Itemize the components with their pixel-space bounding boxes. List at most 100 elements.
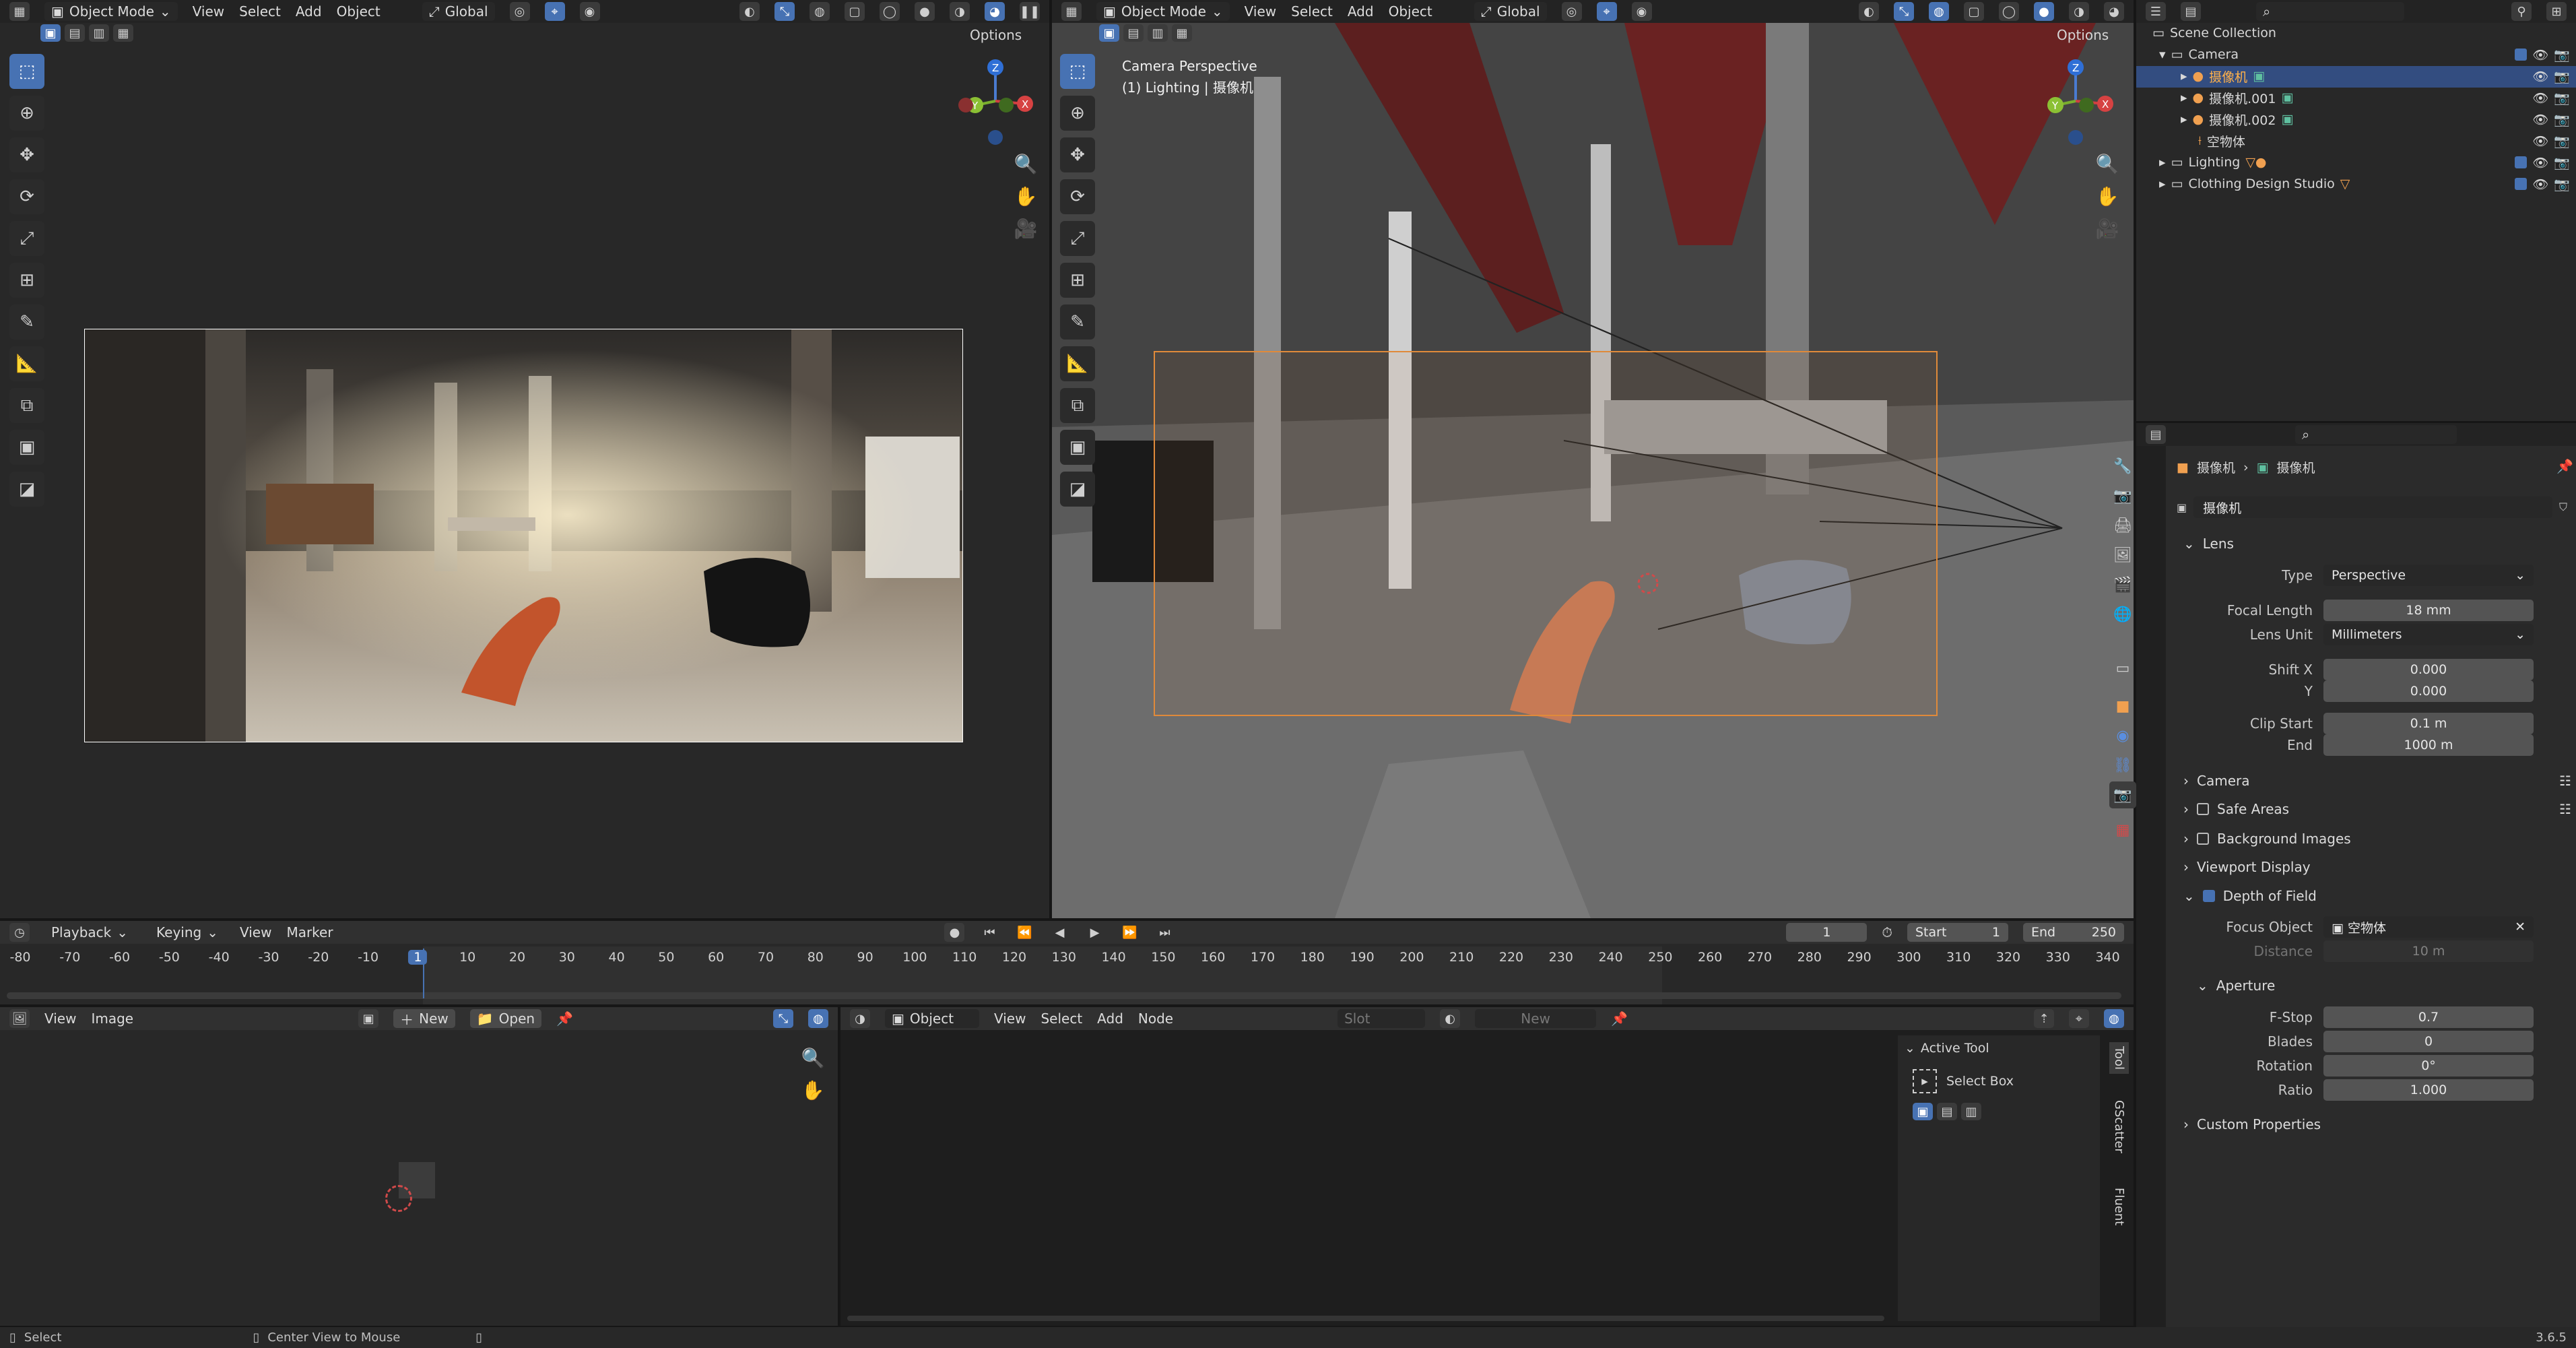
shading-material-icon[interactable]: ◑ (950, 2, 970, 21)
node-menu-add[interactable]: Add (1097, 1010, 1123, 1027)
pan-hand-icon[interactable]: ✋ (1010, 181, 1041, 212)
add-cube-tool-icon[interactable]: ⧉ (1060, 388, 1095, 423)
cursor-tool-icon[interactable]: ⊕ (1060, 96, 1095, 131)
data-name-field[interactable]: 摄像机 (2193, 496, 2552, 518)
right-options-button[interactable]: Options (2057, 27, 2109, 43)
cursor-tool-icon[interactable]: ⊕ (9, 96, 44, 131)
overlay-icon[interactable]: ◍ (1929, 2, 1949, 21)
safe-areas-section-header[interactable]: › Safe Areas ☷ (2175, 796, 2571, 822)
eye-icon[interactable]: 👁 (2532, 69, 2548, 84)
shading-material-icon[interactable]: ◑ (2069, 2, 2089, 21)
render-camera-icon[interactable]: 📷 (2554, 133, 2570, 149)
shading-solid-icon[interactable]: ● (915, 2, 935, 21)
rotation-field[interactable]: 0° (2323, 1055, 2534, 1077)
visibility-icon[interactable]: ◐ (739, 2, 760, 21)
zoom-icon[interactable]: 🔍 (2092, 148, 2123, 179)
shading-rendered-icon[interactable]: ◕ (2104, 2, 2124, 21)
move-tool-icon[interactable]: ✥ (9, 137, 44, 172)
editor-type-icon[interactable]: ☰ (2146, 2, 2166, 21)
select-mode-new-icon[interactable]: ▣ (1099, 24, 1119, 42)
camera-view-icon[interactable]: 🎥 (2092, 213, 2123, 244)
tool-extra2-icon[interactable]: ◪ (1060, 472, 1095, 507)
right-viewport[interactable]: ▦ ▣ Object Mode ⌄ View Select Add Object ⤢… (1052, 0, 2134, 918)
image-menu-view[interactable]: View (44, 1010, 76, 1027)
close-icon[interactable]: ✕ (2515, 920, 2525, 934)
pin-icon[interactable]: 📌 (556, 1010, 573, 1027)
pin-icon[interactable]: 📌 (2556, 458, 2573, 474)
select-mode-intersect-icon[interactable]: ▦ (113, 24, 133, 42)
depth-of-field-checkbox[interactable] (2202, 890, 2215, 902)
display-mode-icon[interactable]: ▤ (2181, 2, 2201, 21)
camera-view-icon[interactable]: 🎥 (1010, 213, 1041, 244)
annotate-tool-icon[interactable]: ✎ (9, 304, 44, 340)
outliner-row[interactable]: ▸ ▭ Lighting ▽● 👁 📷 (2159, 152, 2570, 172)
outliner-row[interactable]: ▸ ▭ Clothing Design Studio ▽ 👁 📷 (2159, 174, 2570, 194)
record-icon[interactable]: ● (944, 923, 965, 942)
mode-dropdown[interactable]: ▣ Object Mode ⌄ (44, 2, 178, 21)
tool-extra2-icon[interactable]: ◪ (9, 472, 44, 507)
next-keyframe-icon[interactable]: ⏩ (1119, 923, 1140, 942)
snap-icon[interactable]: ⌖ (544, 2, 565, 21)
render-camera-icon[interactable]: 📷 (2554, 47, 2570, 63)
parent-node-icon[interactable]: ⇡ (2034, 1009, 2054, 1028)
image-editor[interactable]: 🖼 View Image ▣ ＋ New 📁 Open 📌 ⤡ ◍ 🔍 ✋ (0, 1007, 838, 1326)
properties-search[interactable]: ⌕ (2295, 425, 2457, 444)
filter-icon[interactable]: ⚲ (2511, 2, 2532, 21)
node-menu-select[interactable]: Select (1041, 1010, 1082, 1027)
select-mode-intersect-icon[interactable]: ▦ (1172, 24, 1192, 42)
include-checkbox[interactable] (2515, 178, 2528, 190)
zoom-icon[interactable]: 🔍 (797, 1042, 828, 1073)
menu-object[interactable]: Object (337, 3, 381, 20)
timeline-scrollbar[interactable] (7, 992, 2121, 999)
fstop-field[interactable]: 0.7 (2323, 1006, 2534, 1028)
lens-section-header[interactable]: ⌄ Lens (2175, 531, 2571, 556)
gizmo-icon[interactable]: ⤡ (1894, 2, 1914, 21)
menu-view[interactable]: View (1245, 3, 1276, 20)
pause-icon[interactable]: ❚❚ (1020, 2, 1040, 21)
render-camera-icon[interactable]: 📷 (2554, 69, 2570, 84)
tab-fluent[interactable]: Fluent (2109, 1184, 2129, 1229)
object-type-dropdown[interactable]: ▣ Object (885, 1009, 979, 1028)
menu-add[interactable]: Add (296, 3, 322, 20)
eye-icon[interactable]: 👁 (2532, 176, 2548, 192)
zoom-icon[interactable]: 🔍 (1010, 148, 1041, 179)
new-image-button[interactable]: ＋ New (393, 1009, 455, 1028)
safe-areas-checkbox[interactable] (2197, 803, 2209, 815)
outliner-row[interactable]: ▸ ● 摄像机 ▣ 👁 📷 (2181, 66, 2570, 86)
outliner-row[interactable]: ▭ Scene Collection (2152, 23, 2276, 43)
orientation-dropdown[interactable]: ⤢ Global (1474, 2, 1547, 21)
tool-extra-icon[interactable]: ▣ (1060, 430, 1095, 465)
overlay-icon[interactable]: ◍ (810, 2, 830, 21)
timeline-menu-view[interactable]: View (240, 924, 271, 940)
eye-icon[interactable]: 👁 (2532, 155, 2548, 170)
transform-tool-icon[interactable]: ⊞ (9, 263, 44, 298)
texture-tab-icon[interactable]: ▦ (2109, 816, 2136, 843)
prev-keyframe-icon[interactable]: ⏪ (1014, 923, 1034, 942)
proportional-edit-icon[interactable]: ◉ (1631, 2, 1652, 21)
render-camera-icon[interactable]: 📷 (2554, 112, 2570, 127)
list-icon[interactable]: ☷ (2559, 801, 2571, 817)
menu-add[interactable]: Add (1348, 3, 1374, 20)
pan-hand-icon[interactable]: ✋ (797, 1074, 828, 1105)
render-camera-icon[interactable]: 📷 (2554, 176, 2570, 192)
camera-data-tab-icon[interactable]: 📷 (2109, 781, 2136, 808)
pin-icon[interactable]: 📌 (1611, 1010, 1628, 1027)
gizmo-icon[interactable]: ⤡ (773, 1009, 793, 1028)
list-icon[interactable]: ☷ (2559, 773, 2571, 789)
select-mode-new-icon[interactable]: ▣ (40, 24, 61, 42)
shading-solid-icon[interactable]: ● (2034, 2, 2054, 21)
tab-gscatter[interactable]: GScatter (2109, 1096, 2129, 1157)
shading-rendered-icon[interactable]: ◕ (985, 2, 1005, 21)
blades-field[interactable]: 0 (2323, 1031, 2534, 1052)
select-box-row[interactable]: ▸ Select Box (1913, 1069, 2014, 1093)
rotate-tool-icon[interactable]: ⟳ (1060, 179, 1095, 214)
object-tab-icon[interactable]: ■ (2109, 693, 2136, 719)
editor-type-icon[interactable]: ▤ (2146, 425, 2166, 444)
select-box-tool-icon[interactable]: ⬚ (1060, 54, 1095, 89)
editor-type-icon[interactable]: ◑ (850, 1009, 870, 1028)
editor-type-icon[interactable]: ▦ (9, 2, 30, 21)
measure-tool-icon[interactable]: 📐 (9, 346, 44, 381)
viewport-display-section-header[interactable]: › Viewport Display (2175, 854, 2571, 880)
depth-of-field-section-header[interactable]: ⌄ Depth of Field (2175, 883, 2571, 909)
new-collection-icon[interactable]: ⊞ (2546, 2, 2567, 21)
